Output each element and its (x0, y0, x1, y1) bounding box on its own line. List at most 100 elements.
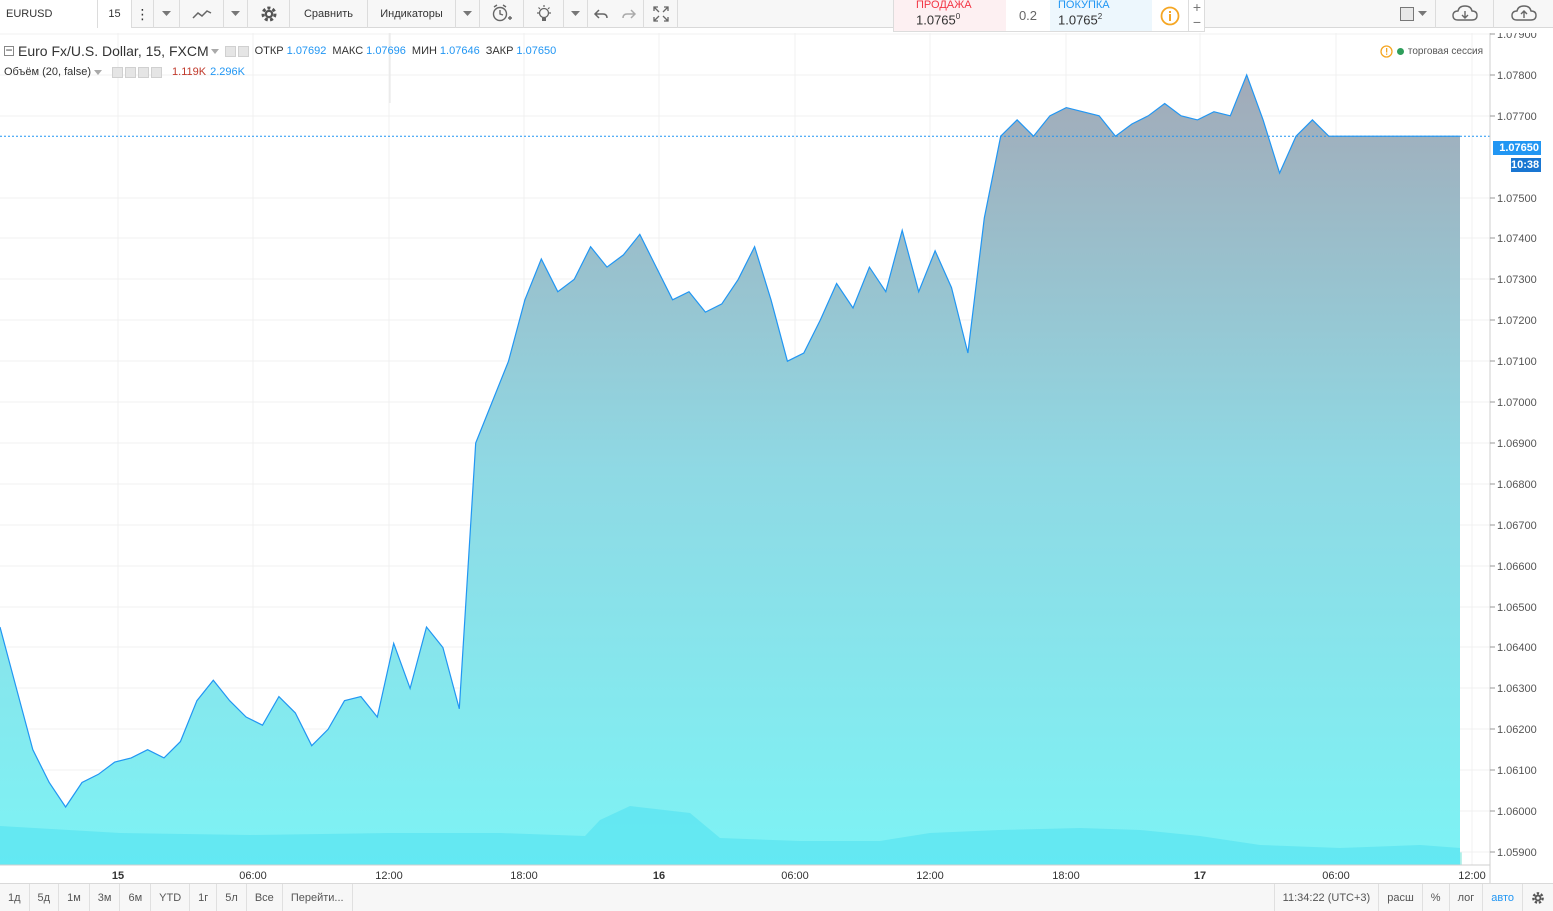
range-button[interactable]: 1д (0, 883, 30, 911)
time-tick-label: 15 (112, 870, 124, 882)
ext-label: расш (1387, 892, 1414, 904)
price-tick-label: 1.07500 (1497, 193, 1537, 205)
time-tick-label: 18:00 (1052, 870, 1080, 882)
collapse-icon[interactable]: − (4, 44, 14, 56)
range-button[interactable]: 5л (217, 883, 247, 911)
chevron-down-icon (1418, 11, 1427, 16)
sell-button[interactable]: ПРОДАЖА 1.07650 (894, 0, 1006, 31)
goto-date-button[interactable]: Перейти... (283, 883, 353, 911)
indicators-button[interactable]: Индикаторы (368, 0, 456, 28)
settings-icon[interactable] (125, 66, 137, 78)
percent-scale-toggle[interactable]: % (1423, 884, 1450, 911)
chart-style-button[interactable] (180, 0, 224, 28)
price-tick-label: 1.06900 (1497, 438, 1537, 450)
time-tick-label: 06:00 (1322, 870, 1350, 882)
plus-icon[interactable]: + (1189, 0, 1205, 15)
undo-button[interactable] (588, 0, 614, 28)
line-chart-icon (191, 10, 211, 19)
symbol-search[interactable]: EURUSD (0, 0, 98, 28)
chevron-down-icon (463, 11, 472, 16)
session-indicator[interactable]: торговая сессия (1380, 45, 1483, 58)
redo-button[interactable] (614, 0, 644, 28)
chart-pane[interactable]: 1.07900 1.07800 1.07700 1.07500 1.07400 1.073… (0, 33, 1553, 883)
interval-label: 15 (108, 8, 121, 20)
buy-button[interactable]: ПОКУПКА 1.07652 (1050, 0, 1152, 31)
info-button[interactable] (1152, 0, 1188, 31)
volume-value-2: 2.296K (210, 66, 245, 78)
chevron-down-icon[interactable] (94, 69, 103, 75)
compare-button[interactable]: Сравнить (290, 0, 368, 28)
scale-options: 11:34:22 (UTC+3) расш % лог авто (1273, 884, 1553, 911)
indicators-dropdown[interactable] (456, 0, 480, 28)
main-series-legend: − Euro Fx/U.S. Dollar, 15, FXCM ОТКР 1.07… (4, 43, 556, 59)
high-label: МАКС (332, 45, 364, 57)
range-button[interactable]: YTD (151, 883, 191, 911)
time-tick-label: 12:00 (375, 870, 403, 882)
time-scale[interactable]: 15 06:00 12:00 18:00 16 06:00 12:00 18:00 17 06:0… (112, 870, 1486, 882)
price-chart[interactable]: 1.07900 1.07800 1.07700 1.07500 1.07400 1.073… (0, 33, 1553, 883)
last-price-label: 1.07650 (1493, 141, 1541, 155)
price-tick-label: 1.06400 (1497, 642, 1537, 654)
volume-value-1: 1.119K (172, 66, 207, 78)
time-tick-label: 18:00 (510, 870, 538, 882)
price-tick-label: 1.06000 (1497, 806, 1537, 818)
alert-button[interactable] (480, 0, 524, 28)
settings-icon[interactable] (237, 45, 249, 57)
price-tick-label: 1.06200 (1497, 724, 1537, 736)
price-tick-label: 1.06700 (1497, 520, 1537, 532)
range-button[interactable]: 5д (30, 883, 60, 911)
log-scale-toggle[interactable]: лог (1450, 884, 1484, 911)
buy-label: ПОКУПКА (1058, 0, 1110, 11)
auto-label: авто (1491, 892, 1514, 904)
session-dot (1396, 48, 1404, 55)
chart-style-dropdown[interactable] (224, 0, 248, 28)
time-tick-label: 12:00 (1458, 870, 1486, 882)
interval-menu-button[interactable]: ⋮ (132, 0, 154, 28)
price-tick-label: 1.05900 (1497, 847, 1537, 859)
ideas-button[interactable] (524, 0, 564, 28)
percent-label: % (1430, 892, 1441, 904)
price-tick-label: 1.07300 (1497, 274, 1537, 286)
chevron-down-icon (571, 11, 580, 16)
chevron-down-icon (231, 11, 240, 16)
volume-title[interactable]: Объём (20, false) (4, 66, 91, 78)
price-tick-label: 1.06100 (1497, 765, 1537, 777)
clock: 11:34:22 (UTC+3) (1273, 884, 1380, 911)
range-button[interactable]: 6м (120, 883, 152, 911)
cloud-upload-icon (1510, 5, 1537, 21)
price-tick-label: 1.06800 (1497, 479, 1537, 491)
eye-icon[interactable] (112, 66, 124, 78)
ideas-dropdown[interactable] (564, 0, 588, 28)
move-icon[interactable] (138, 66, 150, 78)
price-scale[interactable]: 1.07900 1.07800 1.07700 1.07500 1.07400 1.073… (1490, 33, 1537, 859)
time-tick-label: 16 (653, 870, 665, 882)
price-tick-label: 1.06300 (1497, 683, 1537, 695)
fullscreen-button[interactable] (644, 0, 678, 28)
price-tick-label: 1.07700 (1497, 111, 1537, 123)
interval-selector[interactable]: 15 (98, 0, 132, 28)
settings-button[interactable] (248, 0, 290, 28)
range-button[interactable]: 1м (59, 883, 90, 911)
range-button[interactable]: 1г (190, 883, 218, 911)
range-buttons: 1д 5д 1м 3м 6м YTD 1г 5л Все (0, 883, 283, 911)
extended-hours-toggle[interactable]: расш (1379, 884, 1423, 911)
scale-settings-button[interactable] (1523, 884, 1553, 911)
layout-button[interactable] (1392, 0, 1436, 28)
gear-icon (1532, 892, 1544, 904)
eye-icon[interactable] (224, 45, 236, 57)
minus-icon[interactable]: − (1189, 15, 1205, 30)
chevron-down-icon[interactable] (210, 48, 219, 54)
auto-scale-toggle[interactable]: авто (1483, 884, 1523, 911)
buy-price: 1.07652 (1058, 12, 1103, 28)
save-chart-button[interactable] (1494, 0, 1553, 28)
series-title[interactable]: Euro Fx/U.S. Dollar, 15, FXCM (18, 43, 209, 59)
load-chart-button[interactable] (1436, 0, 1494, 28)
interval-dropdown-button[interactable] (154, 0, 180, 28)
redo-icon (621, 9, 636, 19)
close-icon[interactable] (151, 66, 163, 78)
info-icon (1160, 6, 1180, 25)
fullscreen-icon (652, 6, 669, 22)
range-button[interactable]: 3м (90, 883, 121, 911)
range-button[interactable]: Все (247, 883, 283, 911)
price-tick-label: 1.07800 (1497, 70, 1537, 82)
